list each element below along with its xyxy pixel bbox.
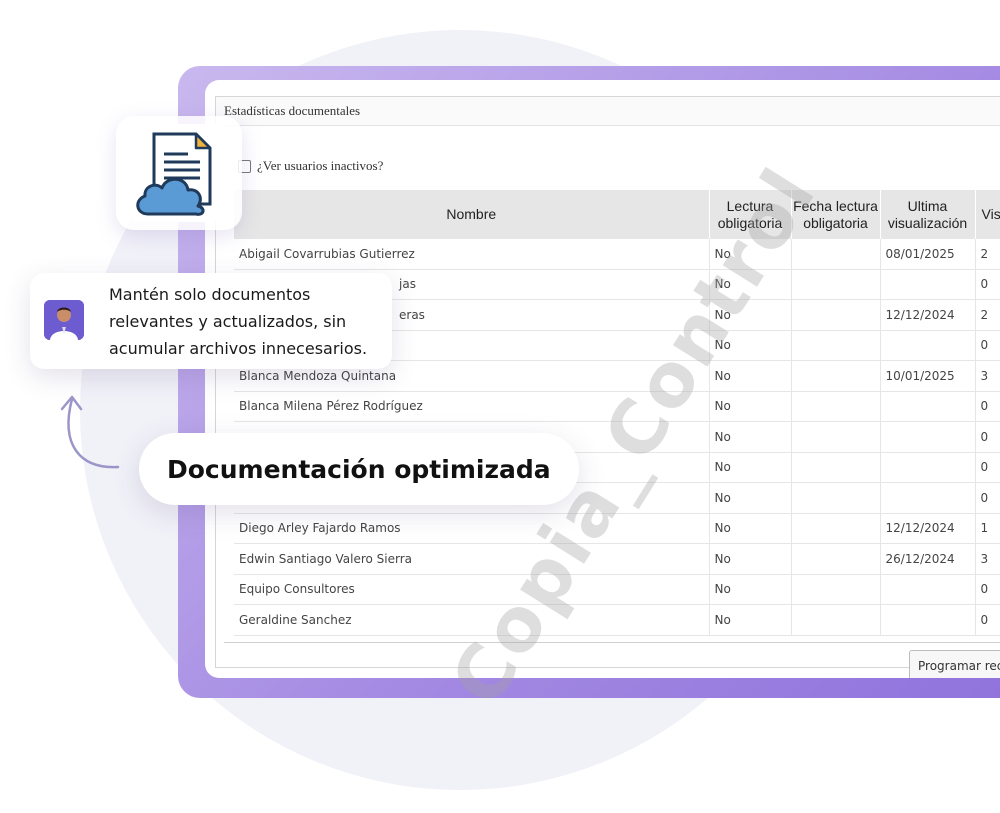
cell-mandatory-reading-date: [791, 604, 881, 636]
table-row[interactable]: Equipo Consultores No 0: [234, 574, 1000, 605]
cell-mandatory-reading-date: [791, 391, 881, 422]
cell-mandatory-reading: No: [709, 239, 792, 270]
feature-pill-label: Documentación optimizada: [167, 454, 551, 484]
table-footer-divider: [224, 642, 1000, 643]
table-row[interactable]: Blanca Milena Pérez Rodríguez No 0: [234, 391, 1000, 422]
cell-last-view: 10/01/2025: [880, 360, 976, 392]
table-header-row: Nombre Lectura obligatoria Fecha lectura…: [234, 190, 1000, 239]
cell-last-view: [880, 269, 976, 300]
document-cloud-icon: [136, 132, 212, 216]
column-header-mandatory-reading[interactable]: Lectura obligatoria: [709, 190, 792, 239]
cell-name: Diego Arley Fajardo Ramos: [234, 513, 710, 544]
cell-last-view: 26/12/2024: [880, 543, 976, 575]
cell-last-view: [880, 604, 976, 636]
cell-last-view: [880, 452, 976, 483]
cell-views: 0: [975, 421, 1000, 453]
cell-mandatory-reading-date: [791, 269, 881, 300]
column-header-name[interactable]: Nombre: [234, 190, 710, 239]
table-row[interactable]: Geraldine Sanchez No 0: [234, 604, 1000, 636]
table-viewport: Nombre Lectura obligatoria Fecha lectura…: [216, 97, 1000, 642]
cell-views: 0: [975, 604, 1000, 636]
cell-mandatory-reading: No: [709, 452, 792, 483]
cell-last-view: [880, 330, 976, 361]
cell-mandatory-reading: No: [709, 299, 792, 331]
cell-mandatory-reading-date: [791, 421, 881, 453]
column-header-last-view[interactable]: Ultima visualización: [880, 190, 976, 239]
cell-last-view: [880, 482, 976, 514]
curved-arrow-icon: [60, 395, 120, 469]
cell-views: 3: [975, 360, 1000, 392]
cell-mandatory-reading: No: [709, 543, 792, 575]
table-row[interactable]: Diego Arley Fajardo Ramos No 12/12/2024 1: [234, 513, 1000, 544]
cell-views: 3: [975, 543, 1000, 575]
cell-mandatory-reading: No: [709, 513, 792, 544]
table-row[interactable]: Abigail Covarrubias Gutierrez No 08/01/202…: [234, 239, 1000, 270]
cell-mandatory-reading: No: [709, 421, 792, 453]
person-icon: [44, 300, 84, 340]
document-stats-table: Nombre Lectura obligatoria Fecha lectura…: [234, 190, 1000, 636]
cell-views: 0: [975, 452, 1000, 483]
cell-last-view: 12/12/2024: [880, 299, 976, 331]
feature-pill: Documentación optimizada: [139, 433, 579, 505]
cell-last-view: [880, 391, 976, 422]
cell-mandatory-reading: No: [709, 482, 792, 514]
cell-mandatory-reading-date: [791, 299, 881, 331]
cell-mandatory-reading: No: [709, 391, 792, 422]
cell-last-view: 08/01/2025: [880, 239, 976, 270]
program-reminder-button[interactable]: Programar recordatorio: [909, 650, 1000, 678]
cell-mandatory-reading-date: [791, 543, 881, 575]
tip-text: Mantén solo documentos relevantes y actu…: [109, 285, 368, 358]
cell-mandatory-reading-date: [791, 330, 881, 361]
cell-mandatory-reading-date: [791, 239, 881, 270]
cell-mandatory-reading-date: [791, 513, 881, 544]
cell-views: 2: [975, 239, 1000, 270]
app-window: Estadísticas documentales ¿Ver usuarios …: [205, 80, 1000, 678]
cell-views: 0: [975, 391, 1000, 422]
document-icon-card: [116, 116, 242, 230]
cell-mandatory-reading-date: [791, 574, 881, 605]
cell-mandatory-reading: No: [709, 269, 792, 300]
column-header-mandatory-reading-date[interactable]: Fecha lectura obligatoria: [791, 190, 881, 239]
cell-views: 0: [975, 574, 1000, 605]
cell-name: Edwin Santiago Valero Sierra: [234, 543, 710, 575]
cell-views: 0: [975, 269, 1000, 300]
cell-name: Geraldine Sanchez: [234, 604, 710, 636]
cell-views: 1: [975, 513, 1000, 544]
cell-mandatory-reading-date: [791, 360, 881, 392]
cell-mandatory-reading: No: [709, 360, 792, 392]
cell-name: Blanca Milena Pérez Rodríguez: [234, 391, 710, 422]
cell-mandatory-reading: No: [709, 604, 792, 636]
cell-mandatory-reading-date: [791, 452, 881, 483]
cell-name: Abigail Covarrubias Gutierrez: [234, 239, 710, 270]
cell-mandatory-reading: No: [709, 330, 792, 361]
cell-mandatory-reading-date: [791, 482, 881, 514]
cell-last-view: 12/12/2024: [880, 513, 976, 544]
cell-last-view: [880, 574, 976, 605]
tip-card: Mantén solo documentos relevantes y actu…: [30, 273, 392, 369]
table-row[interactable]: Edwin Santiago Valero Sierra No 26/12/2024…: [234, 543, 1000, 575]
cell-views: 2: [975, 299, 1000, 331]
cell-name: Equipo Consultores: [234, 574, 710, 605]
cell-last-view: [880, 421, 976, 453]
cell-views: 0: [975, 482, 1000, 514]
cell-views: 0: [975, 330, 1000, 361]
column-header-views[interactable]: Visualizaciones: [975, 190, 1000, 239]
avatar: [44, 300, 84, 340]
document-stats-panel: Estadísticas documentales ¿Ver usuarios …: [215, 96, 1000, 678]
cell-mandatory-reading: No: [709, 574, 792, 605]
